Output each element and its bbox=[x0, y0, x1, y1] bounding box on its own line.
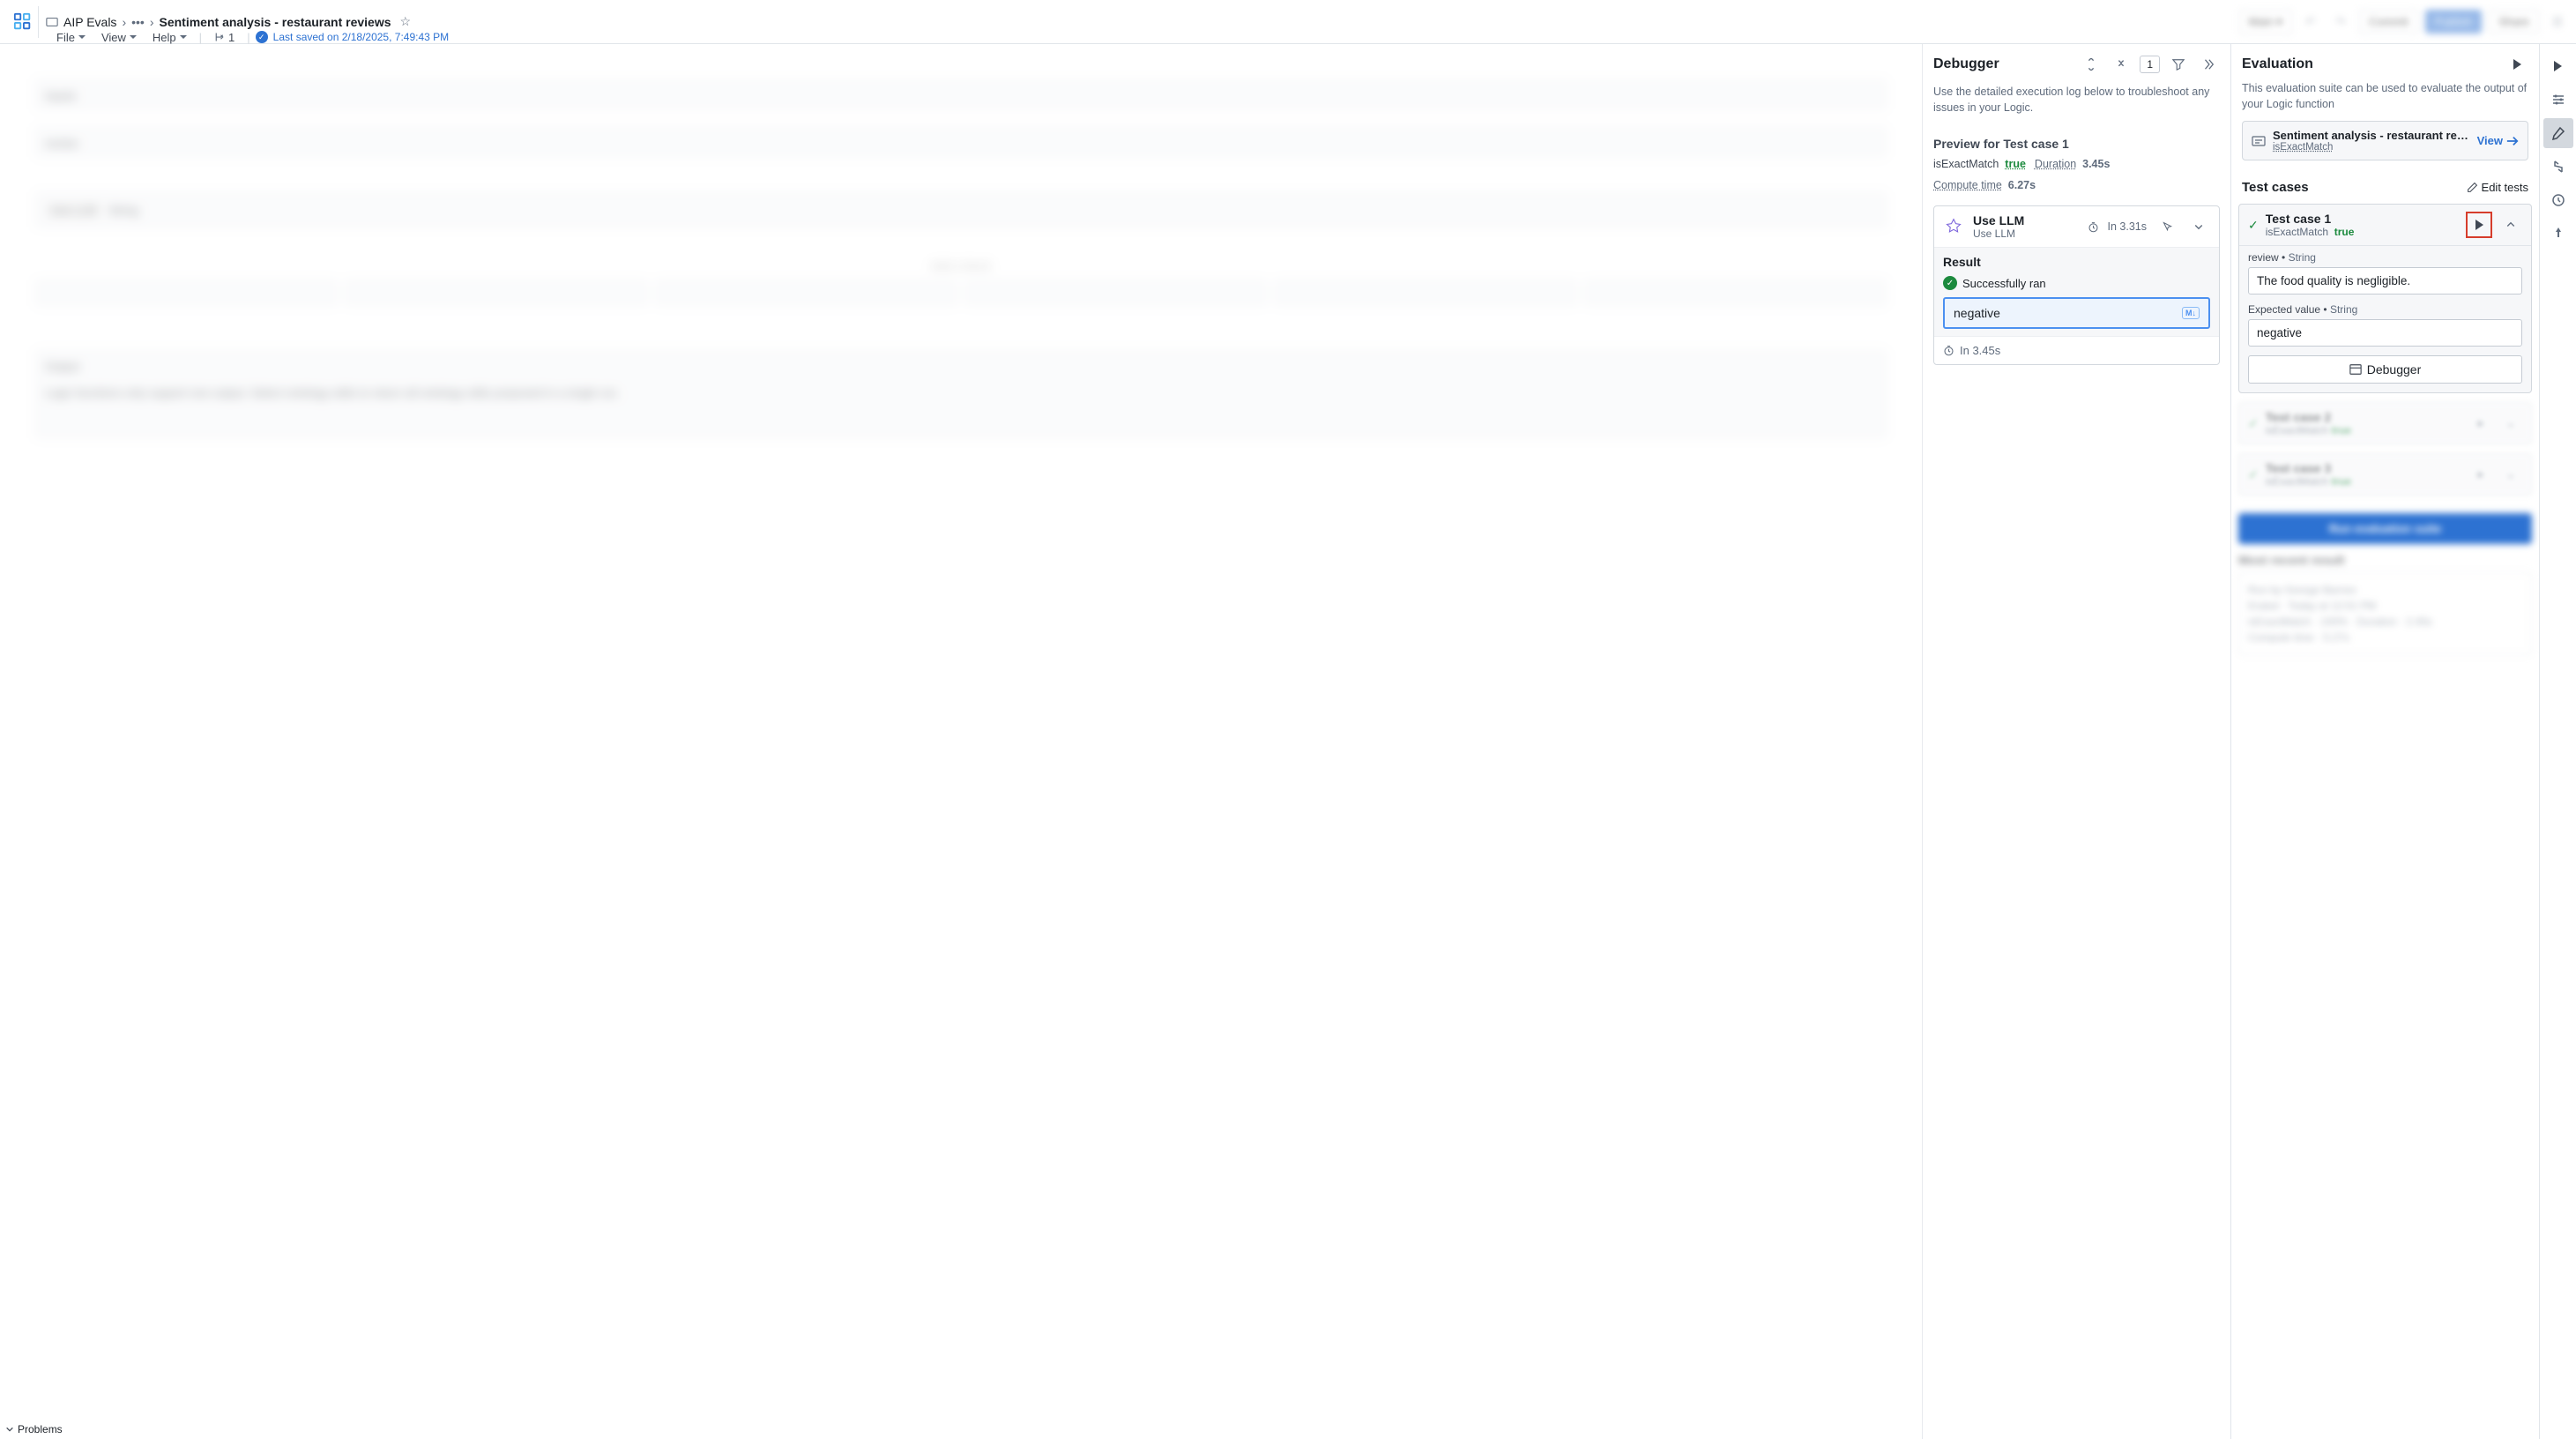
testcases-heading: Test cases bbox=[2242, 180, 2467, 195]
collapse-icon[interactable] bbox=[2110, 53, 2133, 76]
edit-tests-link[interactable]: Edit tests bbox=[2467, 181, 2528, 194]
chevron-down-icon[interactable] bbox=[2187, 215, 2210, 238]
problems-bar[interactable]: Problems bbox=[0, 1420, 68, 1439]
suite-icon bbox=[2252, 134, 2266, 148]
main-branch-button[interactable]: Main ▾ bbox=[2239, 10, 2292, 34]
run-suite-button[interactable]: Run evaluation suite bbox=[2238, 513, 2532, 544]
llm-execution-card: Use LLM Use LLM In 3.31s Result ✓ Succes… bbox=[1933, 205, 2220, 365]
review-field-label: review • String bbox=[2248, 251, 2522, 264]
expected-field-value[interactable]: negative bbox=[2248, 319, 2522, 347]
check-circle-icon: ✓ bbox=[256, 31, 268, 43]
redo-icon[interactable]: ↷ bbox=[2329, 11, 2352, 34]
recent-result: Most recent result Run by George Barnes … bbox=[2238, 553, 2532, 655]
chevron-up-icon[interactable] bbox=[2499, 213, 2522, 236]
testcase-3[interactable]: ✓ Test case 3 isExactMatch true ▸ ⌄ bbox=[2238, 453, 2532, 496]
commit-button[interactable]: Commit bbox=[2359, 10, 2418, 34]
preview-heading: Preview for Test case 1 bbox=[1923, 128, 2230, 154]
chevron-down-icon bbox=[180, 35, 187, 39]
evaluation-panel: Evaluation This evaluation suite can be … bbox=[2230, 44, 2539, 1439]
menu-icon[interactable]: ☰ bbox=[2546, 11, 2569, 34]
right-icon-rail bbox=[2539, 44, 2576, 1439]
rail-history-icon[interactable] bbox=[2543, 185, 2573, 215]
check-icon: ✓ bbox=[1943, 276, 1957, 290]
evaluation-description: This evaluation suite can be used to eva… bbox=[2231, 81, 2539, 121]
debugger-description: Use the detailed execution log below to … bbox=[1923, 85, 2230, 128]
rail-branches-icon[interactable] bbox=[2543, 152, 2573, 182]
app-logo bbox=[7, 6, 39, 38]
debugger-panel: Debugger 1 Use the detailed execution lo… bbox=[1922, 44, 2230, 1439]
success-indicator: ✓ Successfully ran bbox=[1943, 276, 2210, 290]
rail-run-icon[interactable] bbox=[2543, 51, 2573, 81]
review-field-value[interactable]: The food quality is negligible. bbox=[2248, 267, 2522, 295]
llm-time: In 3.31s bbox=[2108, 220, 2147, 233]
metrics-row: isExactMatch true Duration 3.45s Compute… bbox=[1923, 154, 2230, 200]
tc1-title: Test case 1 bbox=[2266, 212, 2459, 226]
cursor-icon[interactable] bbox=[2155, 215, 2178, 238]
stopwatch-icon bbox=[2088, 221, 2099, 233]
chevron-down-icon bbox=[5, 1425, 14, 1434]
result-label: Result bbox=[1943, 255, 2210, 269]
branch-icon bbox=[214, 32, 225, 42]
evaluation-title: Evaluation bbox=[2242, 56, 2505, 72]
chevron-down-icon bbox=[130, 35, 137, 39]
check-icon: ✓ bbox=[2248, 218, 2259, 233]
expected-field-label: Expected value • String bbox=[2248, 303, 2522, 316]
open-debugger-button[interactable]: Debugger bbox=[2248, 355, 2522, 384]
rail-evaluation-icon[interactable] bbox=[2543, 118, 2573, 148]
play-icon[interactable] bbox=[2505, 53, 2528, 76]
expand-icon[interactable] bbox=[2080, 53, 2103, 76]
publish-button[interactable]: Publish bbox=[2425, 10, 2483, 34]
rail-deploy-icon[interactable] bbox=[2543, 219, 2573, 249]
run-testcase-button[interactable] bbox=[2466, 212, 2492, 238]
result-output[interactable]: negative M↓ bbox=[1943, 297, 2210, 329]
llm-icon bbox=[1943, 216, 1964, 237]
debugger-icon bbox=[2349, 363, 2362, 376]
rail-settings-icon[interactable] bbox=[2543, 85, 2573, 115]
expand-right-icon[interactable] bbox=[2197, 53, 2220, 76]
pencil-icon bbox=[2467, 182, 2478, 193]
llm-card-sub: Use LLM bbox=[1973, 227, 2079, 240]
share-button[interactable]: Share bbox=[2489, 10, 2539, 34]
view-suite-link[interactable]: View bbox=[2477, 134, 2519, 147]
result-footer-time: In 3.45s bbox=[1960, 344, 2000, 357]
markdown-badge: M↓ bbox=[2182, 307, 2200, 319]
chevron-down-icon bbox=[78, 35, 86, 39]
testcase-1: ✓ Test case 1 isExactMatch true review •… bbox=[2238, 204, 2532, 393]
testcase-2[interactable]: ✓ Test case 2 isExactMatch true ▸ ⌄ bbox=[2238, 402, 2532, 444]
debugger-title: Debugger bbox=[1933, 56, 2073, 72]
undo-icon[interactable]: ↶ bbox=[2299, 11, 2322, 34]
logic-canvas: Inputs review Use LLM String Add a block… bbox=[0, 44, 1922, 1439]
test-count-badge: 1 bbox=[2140, 56, 2160, 73]
evaluation-suite-link[interactable]: Sentiment analysis - restaurant revi… is… bbox=[2242, 121, 2528, 160]
filter-icon[interactable] bbox=[2167, 53, 2190, 76]
llm-card-title: Use LLM bbox=[1973, 213, 2079, 227]
stopwatch-icon bbox=[1943, 345, 1954, 356]
saved-indicator: ✓ Last saved on 2/18/2025, 7:49:43 PM bbox=[256, 31, 449, 43]
